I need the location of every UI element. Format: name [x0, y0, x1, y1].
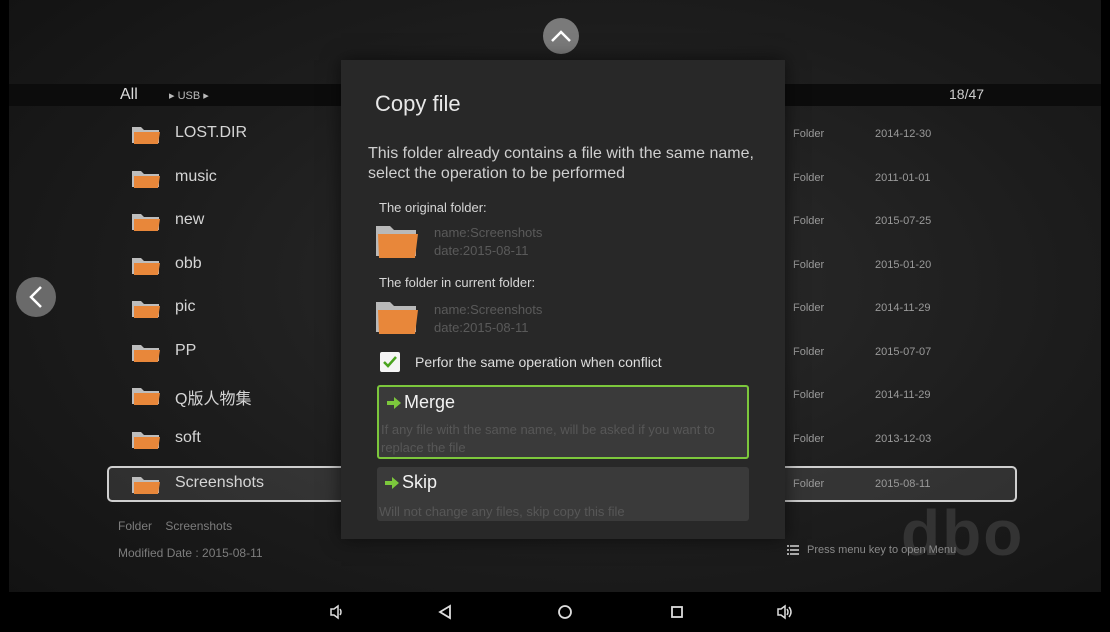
folder-icon: [132, 388, 160, 405]
merge-description: If any file with the same name, will be …: [381, 422, 715, 455]
file-name: new: [175, 211, 205, 228]
skip-title: Skip: [384, 472, 437, 493]
file-name: PP: [175, 342, 197, 359]
file-name: obb: [175, 255, 202, 272]
breadcrumb-arrow-icon: ▸: [200, 90, 209, 102]
back-nav-button[interactable]: [16, 277, 56, 317]
watermark: dbo: [901, 497, 1025, 569]
folder-icon: [132, 301, 160, 318]
file-date: 2014-11-29: [875, 389, 931, 401]
original-folder-label: The original folder:: [379, 200, 487, 215]
breadcrumb-all[interactable]: All: [120, 86, 138, 104]
menu-hint: Press menu key to open Menu: [787, 544, 956, 556]
file-type: Folder: [793, 346, 825, 358]
arrow-right-icon: [385, 476, 399, 489]
original-folder-info: name:Screenshots date:2015-08-11: [434, 225, 543, 258]
file-type: Folder: [793, 172, 825, 184]
file-type: Folder: [793, 478, 825, 490]
file-date: 2011-01-01: [875, 172, 931, 184]
home-button[interactable]: [555, 602, 575, 622]
menu-icon: [787, 545, 799, 555]
folder-icon: [132, 477, 160, 494]
folder-icon: [132, 258, 160, 275]
file-name: soft: [175, 429, 201, 446]
current-folder-label: The folder in current folder:: [379, 275, 536, 290]
info-modified-date: Modified Date : 2015-08-11: [118, 546, 263, 560]
file-name: Q版人物集: [175, 391, 252, 408]
folder-icon: [132, 171, 160, 188]
current-folder-info: name:Screenshots date:2015-08-11: [434, 302, 543, 335]
checkmark-icon: [383, 356, 397, 368]
file-date: 2013-12-03: [875, 433, 932, 445]
file-date: 2014-11-29: [875, 302, 931, 314]
same-operation-checkbox[interactable]: [380, 352, 400, 372]
breadcrumb-usb[interactable]: ▸ USB ▸: [169, 89, 209, 102]
file-type: Folder: [793, 215, 825, 227]
file-type: Folder: [793, 259, 825, 271]
file-date: 2015-07-07: [875, 346, 932, 358]
skip-description: Will not change any files, skip copy thi…: [379, 504, 625, 519]
copy-file-dialog: Copy file This folder already contains a…: [341, 60, 785, 539]
file-type: Folder: [793, 128, 825, 140]
merge-title: Merge: [386, 392, 455, 413]
chevron-up-icon: [551, 30, 571, 42]
file-type: Folder: [793, 302, 825, 314]
folder-icon: [132, 127, 160, 144]
file-date: 2014-12-30: [875, 128, 932, 140]
file-name: music: [175, 168, 217, 185]
file-name: Screenshots: [175, 474, 264, 491]
folder-icon: [376, 302, 418, 334]
merge-option-button[interactable]: Merge If any file with the same name, wi…: [377, 385, 749, 459]
skip-option-button[interactable]: Skip Will not change any files, skip cop…: [377, 467, 749, 521]
file-type: Folder: [793, 389, 825, 401]
dialog-message: This folder already contains a file with…: [368, 145, 754, 182]
system-navbar: [9, 592, 1101, 632]
folder-icon: [132, 345, 160, 362]
volume-down-icon: [330, 604, 342, 620]
checkbox-label: Perfor the same operation when conflict: [415, 354, 662, 370]
info-folder: Folder Screenshots: [118, 519, 233, 533]
volume-up-icon: [777, 604, 792, 620]
recents-button[interactable]: [667, 602, 687, 622]
file-date: 2015-08-11: [875, 478, 931, 490]
file-date: 2015-07-25: [875, 215, 932, 227]
file-manager-screen: All ▸ USB ▸ 18/47 LOST.DIR Folder 2014-12-…: [9, 0, 1101, 632]
chevron-left-icon: [29, 286, 42, 308]
folder-icon: [132, 432, 160, 449]
back-icon: [438, 604, 451, 620]
folder-icon: [132, 214, 160, 231]
arrow-right-icon: [387, 396, 401, 409]
dialog-title: Copy file: [375, 91, 461, 116]
recents-icon: [671, 606, 683, 618]
home-icon: [558, 605, 572, 619]
volume-up-button[interactable]: [775, 602, 795, 622]
item-counter: 18/47: [949, 86, 985, 102]
file-name: pic: [175, 298, 196, 315]
folder-icon: [376, 226, 418, 258]
breadcrumb-arrow-icon: ▸: [169, 90, 178, 102]
file-date: 2015-01-20: [875, 259, 932, 271]
volume-down-button[interactable]: [327, 602, 347, 622]
file-name: LOST.DIR: [175, 124, 248, 141]
file-type: Folder: [793, 433, 825, 445]
back-button[interactable]: [435, 602, 455, 622]
scroll-up-button[interactable]: [543, 18, 579, 54]
